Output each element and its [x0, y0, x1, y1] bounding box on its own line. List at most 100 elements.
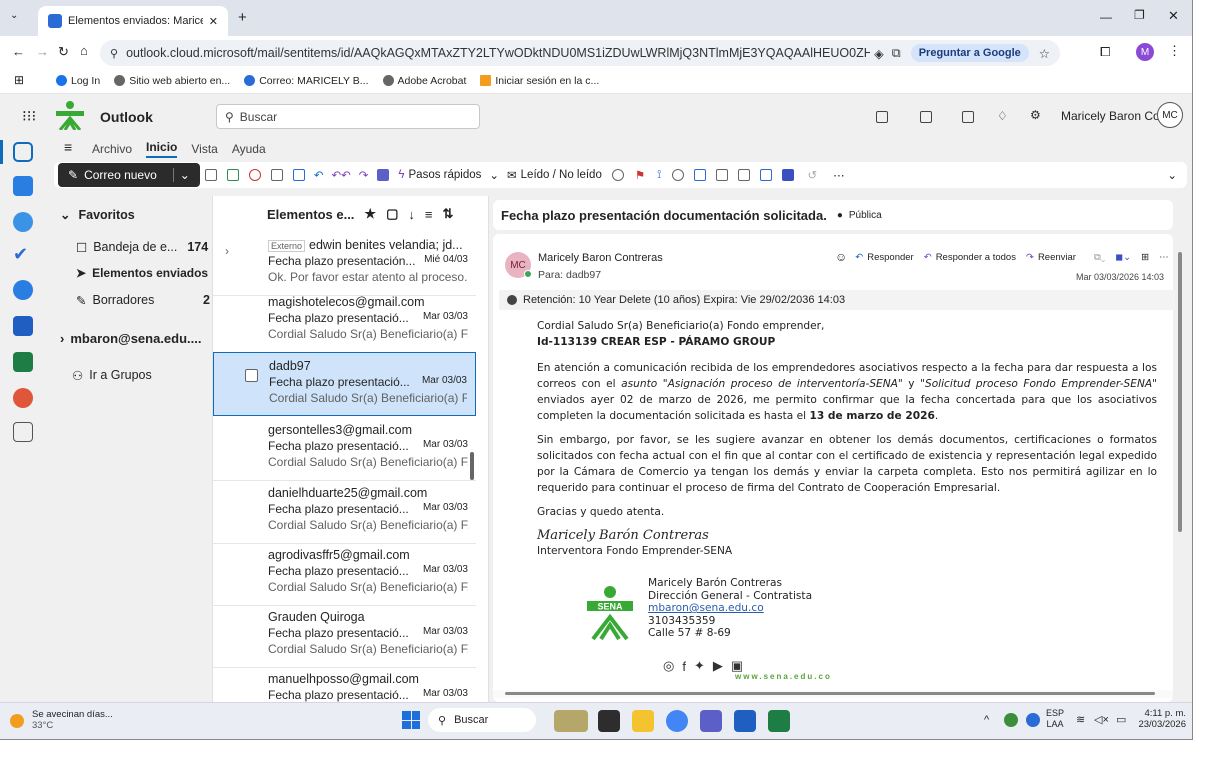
tab-inicio[interactable]: Inicio — [146, 140, 178, 158]
snooze-icon[interactable] — [672, 169, 685, 181]
tab-archivo[interactable]: Archivo — [92, 142, 132, 156]
onedrive-icon[interactable] — [13, 280, 33, 300]
back-icon[interactable]: ← — [12, 44, 25, 59]
scroll-thumb[interactable] — [505, 692, 1155, 695]
todo-icon[interactable]: ✔ — [13, 244, 28, 265]
profile-avatar[interactable]: M — [1136, 43, 1154, 61]
apps-icon[interactable] — [738, 169, 751, 181]
forward-icon[interactable]: → — [36, 44, 49, 59]
reply-all-icon[interactable]: ↶↶ — [331, 168, 350, 182]
chevron-down-icon[interactable]: ⌄ — [489, 168, 499, 182]
list-item[interactable]: manuelhposso@gmail.com Fecha plazo prese… — [213, 666, 476, 702]
teams-icon[interactable] — [700, 710, 722, 732]
sort-icon[interactable]: ↓ — [408, 207, 415, 222]
new-mail-button[interactable]: ✎ Correo nuevo ⌄ — [58, 163, 200, 187]
widget-icon[interactable] — [554, 710, 588, 732]
read-unread-button[interactable]: Leído / No leído — [521, 169, 602, 181]
gear-icon[interactable]: ⚙ — [1030, 108, 1041, 122]
delete-icon[interactable] — [204, 169, 217, 181]
flag-icon[interactable]: ⚑ — [635, 168, 645, 182]
apps-grid-icon[interactable]: ⊞ — [14, 73, 24, 87]
meet-icon[interactable] — [876, 111, 888, 123]
excel-icon[interactable] — [13, 352, 33, 372]
facebook-icon[interactable]: f — [682, 659, 686, 674]
bookmark-star-icon[interactable]: ☆ — [1039, 46, 1050, 61]
youtube-icon[interactable]: ▶ — [713, 658, 723, 674]
expand-thread-icon[interactable]: › — [225, 244, 229, 258]
list-item-selected[interactable]: dadb97 Fecha plazo presentació... Mar 03/… — [213, 352, 476, 416]
user-name[interactable]: Maricely Baron Co... — [1061, 109, 1170, 123]
reply-icon[interactable]: ↶ — [314, 168, 324, 182]
chevron-up-icon[interactable]: ^ — [984, 714, 989, 726]
windows-start-icon[interactable] — [402, 711, 420, 729]
app-launcher-icon[interactable]: ⁝⁝⁝ — [22, 107, 36, 125]
folder-inbox[interactable]: ☐ Bandeja de e... 174 — [76, 236, 226, 258]
bookmark-item[interactable]: Log In — [56, 75, 100, 87]
reply-button[interactable]: Responder — [867, 252, 913, 263]
reading-scrollbar[interactable] — [1178, 252, 1182, 532]
chrome-tray-icon[interactable] — [1026, 713, 1040, 727]
instagram-icon[interactable]: ◎ — [663, 658, 674, 674]
reload-icon[interactable]: ↻ — [58, 44, 69, 60]
bookmark-item[interactable]: Sitio web abierto en... — [114, 75, 230, 87]
weather-icon[interactable] — [10, 714, 24, 728]
horizontal-scrollbar[interactable] — [493, 690, 1173, 698]
sort-order-icon[interactable]: ⇅ — [442, 206, 453, 222]
chrome-icon[interactable] — [666, 710, 688, 732]
report-icon[interactable] — [248, 169, 261, 181]
favorites-header[interactable]: ⌄ Favoritos — [60, 207, 135, 223]
teams-share-icon[interactable]: ⧉⌄ — [1094, 252, 1105, 263]
close-tab-icon[interactable]: ✕ — [209, 15, 218, 28]
viva-icon[interactable] — [782, 169, 795, 181]
minimize-icon[interactable]: — — [1100, 10, 1112, 24]
word-icon[interactable] — [13, 316, 33, 336]
emoji-icon[interactable]: ☺ — [835, 250, 847, 264]
clock[interactable]: 4:11 p. m. 23/03/2026 — [1138, 708, 1186, 730]
list-item[interactable]: magishotelecos@gmail.com Fecha plazo pre… — [213, 289, 476, 353]
undo-icon[interactable]: ↺ — [807, 168, 817, 182]
more-icon[interactable]: ⋯ — [833, 168, 845, 182]
folder-sent[interactable]: ➤ Elementos enviados — [76, 262, 226, 284]
move-icon[interactable] — [292, 169, 305, 181]
weather-widget[interactable]: Se avecinan días... 33°C — [32, 709, 113, 731]
forward-icon[interactable]: ↷ — [359, 168, 369, 182]
sweep-icon[interactable] — [270, 169, 283, 181]
mail-icon[interactable] — [13, 142, 33, 162]
search-input[interactable]: ⚲ Buscar — [216, 104, 480, 129]
office-icon[interactable] — [13, 388, 33, 408]
teams-share-icon[interactable] — [377, 169, 390, 181]
bell-icon[interactable]: ♢ — [997, 109, 1008, 123]
pin-icon[interactable]: ⟟ — [657, 169, 661, 182]
battery-icon[interactable]: ▭ — [1116, 713, 1126, 726]
message-list-scrollbar[interactable] — [470, 452, 474, 480]
folder-drafts[interactable]: ✎ Borradores 2 — [76, 289, 226, 311]
twitter-icon[interactable]: ✦ — [694, 658, 705, 674]
select-icon[interactable]: ▢ — [386, 206, 398, 222]
filter-icon[interactable]: ≡ — [425, 207, 433, 222]
tab-vista[interactable]: Vista — [191, 142, 217, 156]
wifi-icon[interactable]: ≋ — [1076, 713, 1085, 726]
select-checkbox[interactable] — [245, 369, 258, 382]
restore-icon[interactable]: ❐ — [1134, 8, 1145, 22]
list-item[interactable]: Grauden Quiroga Fecha plazo presentació.… — [213, 604, 476, 668]
bookmark-item[interactable]: Iniciar sesión en la c... — [480, 75, 599, 87]
extensions-icon[interactable]: ⧠ — [1100, 44, 1110, 60]
rules-icon[interactable] — [694, 169, 707, 181]
list-item[interactable]: agrodivasffr5@gmail.com Fecha plazo pres… — [213, 542, 476, 606]
bookmark-item[interactable]: Correo: MARICELY B... — [244, 75, 369, 87]
viva-icon[interactable]: ◼⌄ — [1115, 252, 1131, 263]
tag-icon[interactable] — [611, 169, 624, 181]
lens-icon[interactable]: ◈ — [874, 46, 884, 61]
app-tray-icon[interactable] — [1004, 713, 1018, 727]
teams-icon[interactable] — [920, 111, 932, 123]
tab-list-chevron-icon[interactable]: ⌄ — [10, 10, 18, 21]
notes-icon[interactable] — [962, 111, 974, 123]
groups-link[interactable]: ⚇ Ir a Grupos — [72, 364, 222, 386]
menu-toggle-icon[interactable]: ≡ — [64, 139, 72, 155]
browser-menu-icon[interactable]: ⋮ — [1168, 43, 1181, 59]
volume-icon[interactable]: ◁× — [1094, 713, 1109, 726]
ribbon-expand-icon[interactable]: ⌄ — [1167, 168, 1177, 182]
site-info-icon[interactable]: ⚲ — [110, 47, 118, 60]
website-link[interactable]: www.sena.edu.co — [735, 672, 832, 681]
excel-taskbar-icon[interactable] — [768, 710, 790, 732]
